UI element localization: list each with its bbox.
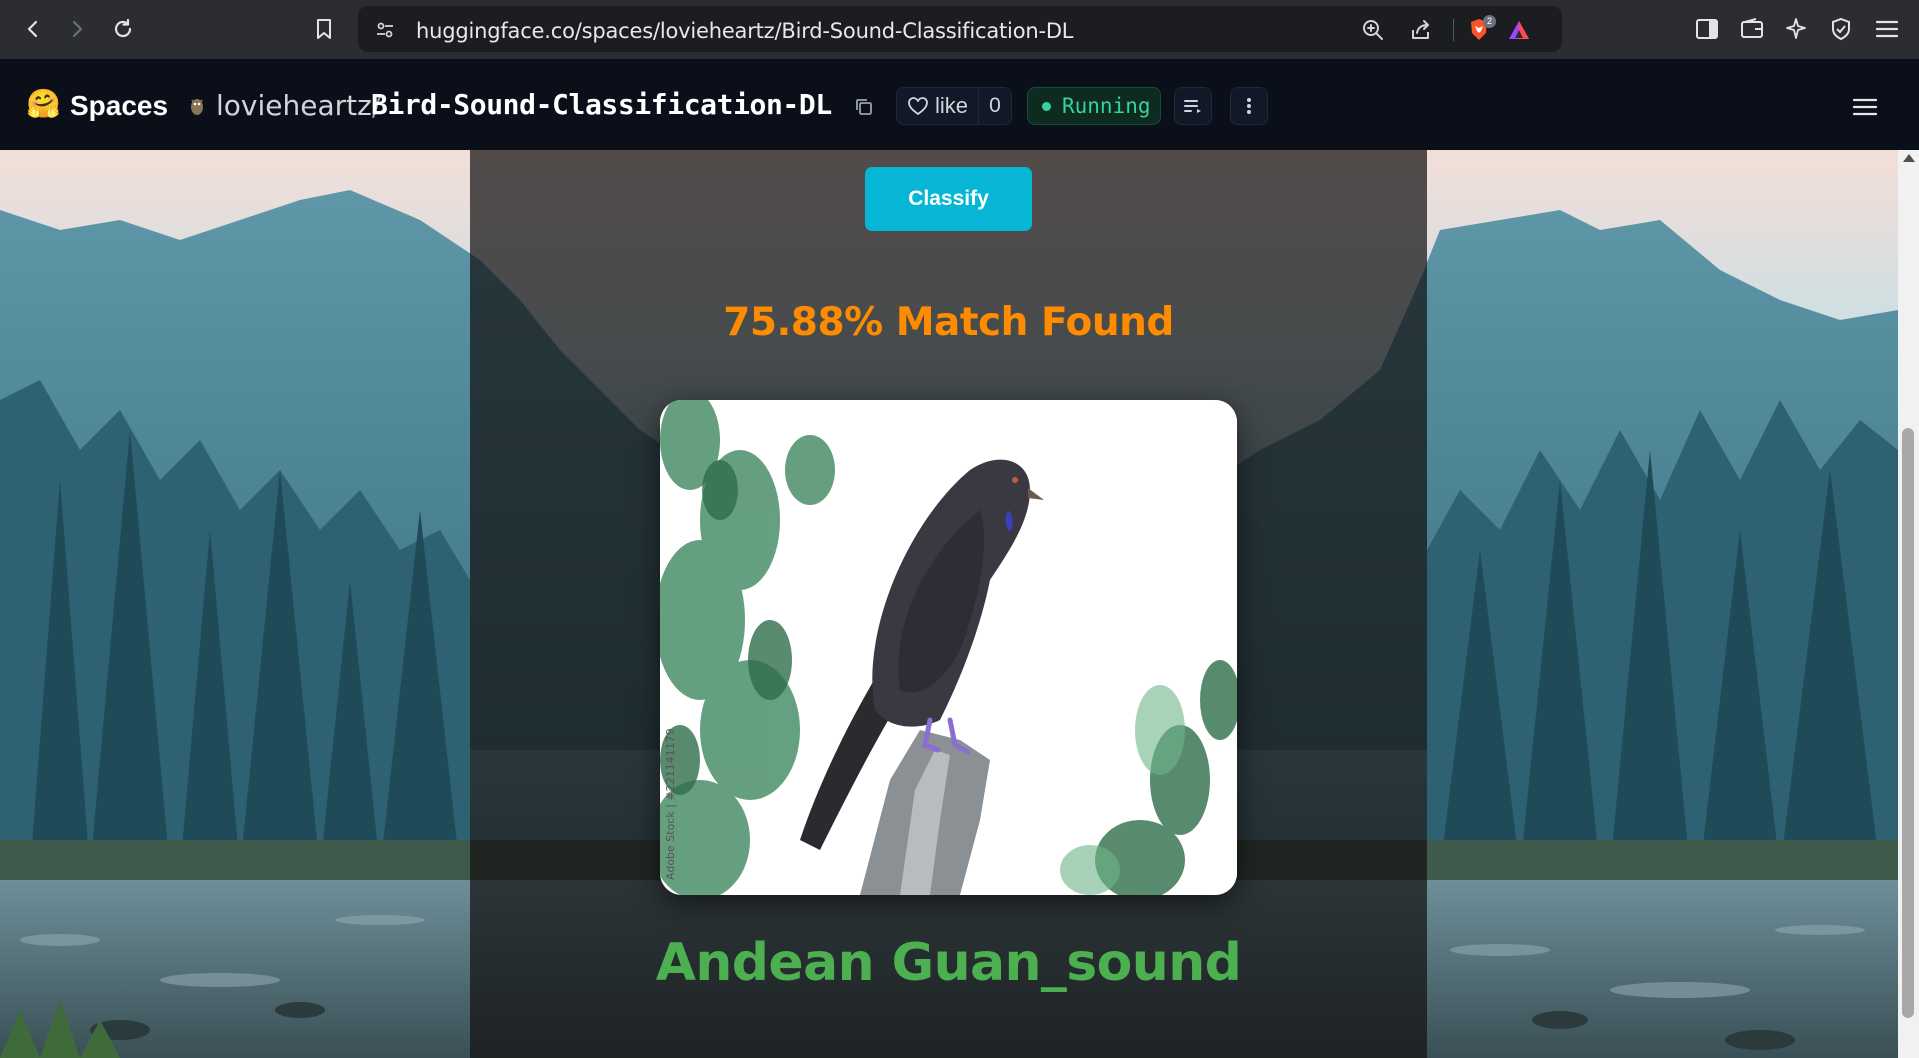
share-icon[interactable] — [1408, 17, 1434, 43]
sidebar-icon — [1696, 19, 1718, 39]
sparkle-icon — [1786, 18, 1806, 39]
menu-icon — [1875, 20, 1899, 38]
bird-image: Adobe Stock | #221141179 — [660, 400, 1237, 895]
reload-button[interactable] — [108, 14, 138, 44]
address-bar[interactable]: huggingface.co/spaces/lovieheartz/Bird-S… — [358, 6, 1562, 52]
owner-name[interactable]: lovieheartz — [216, 89, 372, 122]
more-options-button[interactable] — [1230, 87, 1268, 125]
page-scrollbar[interactable] — [1898, 150, 1919, 1058]
spaces-link[interactable]: Spaces — [70, 90, 168, 122]
like-button[interactable]: like — [897, 88, 979, 124]
url-divider — [1453, 19, 1454, 41]
reload-icon — [114, 18, 132, 38]
kebab-icon — [1247, 98, 1251, 114]
logs-icon — [1184, 100, 1201, 113]
leo-ai-button[interactable] — [1781, 14, 1811, 44]
spaces-header: 🤗 Spaces lovieheartz/ Bird-Sound-Classif… — [0, 59, 1919, 150]
like-label: like — [934, 93, 968, 118]
forward-button[interactable] — [62, 14, 92, 44]
hamburger-menu-icon[interactable] — [1852, 97, 1878, 117]
url-text[interactable]: huggingface.co/spaces/lovieheartz/Bird-S… — [416, 19, 1073, 43]
shield-icon — [1832, 17, 1850, 41]
back-button[interactable] — [18, 14, 48, 44]
status-dot — [1042, 101, 1051, 111]
repo-name[interactable]: Bird-Sound-Classification-DL — [371, 88, 832, 121]
wallet-icon — [1741, 18, 1763, 38]
heart-icon — [908, 97, 928, 115]
wallet-button[interactable] — [1737, 14, 1767, 44]
bird-photo: Adobe Stock | #221141179 — [660, 400, 1237, 895]
zoom-icon[interactable] — [1360, 17, 1386, 43]
scroll-up-arrow-icon[interactable] — [1903, 154, 1915, 162]
brave-shields-icon[interactable]: 2 — [1466, 15, 1496, 43]
like-count[interactable]: 0 — [979, 94, 1011, 118]
status-text: Running — [1062, 94, 1151, 118]
chevron-right-icon — [72, 20, 83, 38]
bookmark-icon — [317, 19, 331, 39]
huggingface-logo-icon[interactable]: 🤗 — [26, 90, 61, 118]
shields-badge: 2 — [1483, 15, 1496, 28]
site-settings-icon[interactable] — [372, 17, 398, 43]
brave-rewards-icon[interactable] — [1506, 17, 1532, 43]
like-group: like 0 — [896, 87, 1012, 125]
scroll-thumb[interactable] — [1902, 428, 1914, 1018]
logs-button[interactable] — [1174, 87, 1212, 125]
classify-button[interactable]: Classify — [865, 167, 1032, 231]
copy-icon[interactable] — [854, 97, 874, 117]
bookmark-button[interactable] — [309, 14, 339, 44]
status-badge[interactable]: Running — [1027, 87, 1161, 125]
predicted-bird-name: Andean Guan_sound — [655, 933, 1242, 993]
stock-watermark: Adobe Stock | #221141179 — [664, 728, 677, 880]
app-area: Classify 75.88% Match Found Adobe Stock … — [0, 150, 1898, 1058]
browser-menu-button[interactable] — [1872, 14, 1902, 44]
sidebar-toggle[interactable] — [1692, 14, 1722, 44]
browser-toolbar: huggingface.co/spaces/lovieheartz/Bird-S… — [0, 0, 1919, 59]
match-result-text: 75.88% Match Found — [723, 300, 1174, 345]
breadcrumb-owner[interactable]: lovieheartz/ — [216, 89, 381, 122]
owner-avatar[interactable] — [188, 96, 206, 116]
vpn-button[interactable] — [1826, 14, 1856, 44]
chevron-left-icon — [27, 20, 38, 38]
